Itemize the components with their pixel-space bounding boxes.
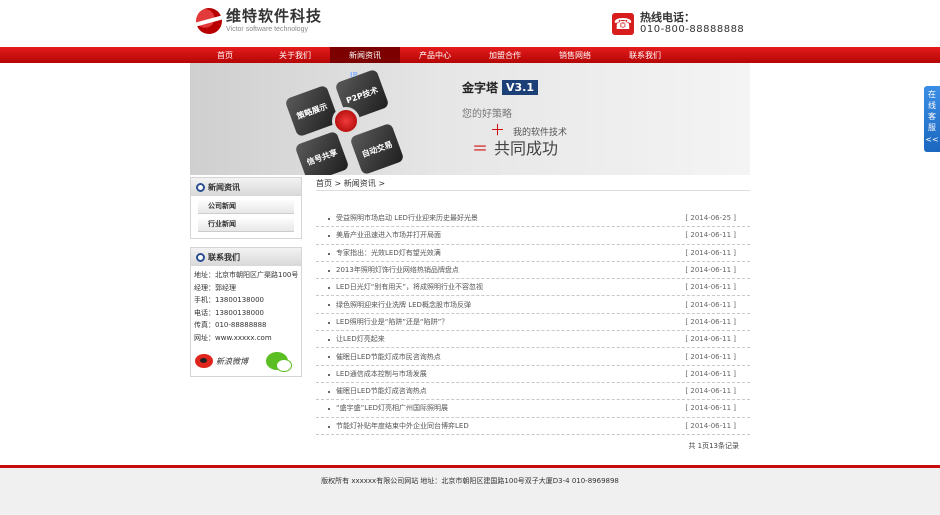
news-date: [ 2014-06-11 ] [685, 248, 736, 257]
news-item[interactable]: 催眠日LED节能灯成市民咨询热点 [ 2014-06-11 ] [316, 348, 750, 366]
banner-cube-auto: 自动交易 [349, 122, 405, 175]
news-date: [ 2014-06-11 ] [685, 231, 736, 240]
news-date: [ 2014-06-25 ] [685, 214, 736, 223]
banner-slogan-3: ＝共同成功 [472, 139, 559, 158]
nav-item-home[interactable]: 首页 [190, 47, 260, 63]
news-title[interactable]: 2013年照明灯饰行业网络热销品牌盘点 [328, 265, 459, 275]
banner-cube-signal: 信号共享 [294, 130, 350, 175]
equals-symbol: ＝ [472, 139, 489, 158]
news-title[interactable]: 催眠日LED节能灯成咨询热点 [328, 386, 427, 396]
contact-website: 网址：www.xxxxx.com [194, 333, 272, 342]
banner-cube-strategy: 策略展示 [284, 84, 340, 138]
logo-name: 维特软件科技 [226, 7, 323, 25]
breadcrumb: 首页 > 新闻资讯 > [316, 177, 750, 191]
news-title[interactable]: 美盾产业迅速进入市场并打开局面 [328, 230, 441, 240]
news-date: [ 2014-06-11 ] [685, 317, 736, 326]
banner-product-name: 金字塔 [462, 81, 499, 95]
nav-item-news[interactable]: 新闻资讯 [330, 47, 400, 63]
pagination-summary: 共 1页13条记录 [688, 442, 739, 450]
hotline-number: 010-800-88888888 [640, 24, 745, 35]
category-industry-news[interactable]: 行业新闻 [198, 217, 294, 232]
phone-icon: ☎ [612, 13, 634, 35]
news-title[interactable]: LED日光灯“别有用天”，将成照明行业不容忽视 [328, 282, 483, 292]
collapse-arrow-icon[interactable]: << [925, 135, 938, 144]
news-item[interactable]: LED通信成本控制与市场发展 [ 2014-06-11 ] [316, 366, 750, 383]
online-service-widget[interactable]: 在 线 客 服 << [924, 86, 940, 152]
news-date: [ 2014-06-11 ] [685, 352, 736, 361]
news-title[interactable]: 让LED灯亮起来 [328, 334, 385, 344]
banner-title: 金字塔 V3.1 [462, 79, 539, 96]
news-category-header: 新闻资讯 [191, 178, 301, 196]
news-date: [ 2014-06-11 ] [685, 404, 736, 413]
main-nav: 首页 关于我们 新闻资讯 产品中心 加盟合作 销售网络 联系我们 [0, 47, 940, 63]
news-item[interactable]: LED照明行业是“陷阱”还是“陷阱”？ [ 2014-06-11 ] [316, 314, 750, 332]
weibo-icon[interactable] [195, 354, 213, 368]
nav-item-contact[interactable]: 联系我们 [610, 47, 680, 63]
news-title[interactable]: 节能灯补贴年度结束中外企业同台博弈LED [328, 421, 469, 431]
news-title[interactable]: LED通信成本控制与市场发展 [328, 369, 427, 379]
news-item[interactable]: 美盾产业迅速进入市场并打开局面 [ 2014-06-11 ] [316, 227, 750, 245]
news-date: [ 2014-06-11 ] [685, 421, 736, 430]
banner-version: V3.1 [502, 80, 539, 95]
news-item[interactable]: 2013年照明灯饰行业网络热销品牌盘点 [ 2014-06-11 ] [316, 262, 750, 280]
social-links: 新浪微博 [191, 344, 301, 376]
news-title[interactable]: “盛宇盛”LED灯亮相广州国际照明展 [328, 403, 448, 413]
logo-icon [196, 8, 222, 34]
hero-banner: 策略展示 P2P技术 信号共享 自动交易 IP 金字塔 V3.1 您的好策略 ＋… [190, 63, 750, 175]
news-main: 首页 > 新闻资讯 > 受益照明市场启动 LED行业迎来历史最好光景 [ 2014… [316, 177, 750, 450]
site-header: 维特软件科技 Victor software technology ☎ 热线电话… [0, 0, 940, 47]
contact-box: 联系我们 地址：北京市朝阳区广渠路100号 经理：郭经理 手机：13800138… [190, 247, 302, 377]
news-date: [ 2014-06-11 ] [685, 387, 736, 396]
hotline-label: 热线电话： [640, 11, 695, 24]
site-logo[interactable]: 维特软件科技 Victor software technology [196, 8, 322, 34]
news-date: [ 2014-06-11 ] [685, 369, 736, 378]
bullet-circle-icon [196, 252, 205, 262]
news-date: [ 2014-06-11 ] [685, 266, 736, 275]
news-title[interactable]: 绿色照明迎来行业洗牌 LED概念股市场反弹 [328, 300, 471, 310]
banner-ip-tag: IP [350, 71, 358, 79]
contact-address: 地址：北京市朝阳区广渠路100号 [194, 271, 299, 279]
news-date: [ 2014-06-11 ] [685, 335, 736, 344]
wechat-icon[interactable] [266, 352, 292, 372]
news-item[interactable]: LED日光灯“别有用天”，将成照明行业不容忽视 [ 2014-06-11 ] [316, 279, 750, 297]
footer-copyright: 版权所有 xxxxxx有限公司网站 地址：北京市朝阳区建国路100号双子大厦D3… [321, 477, 619, 485]
nav-item-franchise[interactable]: 加盟合作 [470, 47, 540, 63]
contact-header: 联系我们 [191, 248, 301, 266]
news-date: [ 2014-06-11 ] [685, 300, 736, 309]
news-item[interactable]: 节能灯补贴年度结束中外企业同台博弈LED [ 2014-06-11 ] [316, 418, 750, 435]
weibo-link[interactable]: 新浪微博 [216, 356, 248, 367]
news-title[interactable]: LED照明行业是“陷阱”还是“陷阱”？ [328, 317, 448, 327]
news-item[interactable]: 受益照明市场启动 LED行业迎来历史最好光景 [ 2014-06-25 ] [316, 210, 750, 228]
contact-manager: 经理：郭经理 [194, 283, 236, 292]
nav-item-products[interactable]: 产品中心 [400, 47, 470, 63]
bullet-circle-icon [196, 182, 205, 192]
news-item[interactable]: 让LED灯亮起来 [ 2014-06-11 ] [316, 331, 750, 349]
news-category-box: 新闻资讯 公司新闻 行业新闻 [190, 177, 302, 239]
news-list: 受益照明市场启动 LED行业迎来历史最好光景 [ 2014-06-25 ] 美盾产… [316, 210, 750, 435]
news-title[interactable]: 催眠日LED节能灯成市民咨询热点 [328, 352, 441, 362]
nav-item-sales[interactable]: 销售网络 [540, 47, 610, 63]
news-item[interactable]: 专家指出：光效LED灯有望光效满 [ 2014-06-11 ] [316, 245, 750, 262]
news-item[interactable]: “盛宇盛”LED灯亮相广州国际照明展 [ 2014-06-11 ] [316, 400, 750, 418]
contact-fax: 传真：010-88888888 [194, 321, 267, 329]
category-company-news[interactable]: 公司新闻 [198, 199, 294, 214]
contact-phone: 电话：13800138000 [194, 308, 264, 317]
news-item[interactable]: 绿色照明迎来行业洗牌 LED概念股市场反弹 [ 2014-06-11 ] [316, 296, 750, 314]
news-item[interactable]: 催眠日LED节能灯成咨询热点 [ 2014-06-11 ] [316, 383, 750, 401]
logo-tagline: Victor software technology [226, 26, 308, 33]
banner-slogan-1: 您的好策略 [462, 109, 512, 120]
hotline: ☎ 热线电话： 010-800-88888888 [612, 12, 744, 36]
contact-mobile: 手机：13800138000 [194, 296, 264, 304]
news-date: [ 2014-06-11 ] [685, 283, 736, 292]
sidebar: 新闻资讯 公司新闻 行业新闻 联系我们 地址：北京市朝阳区广渠路100号 经理：… [190, 177, 302, 377]
banner-center-icon [332, 107, 360, 135]
news-title[interactable]: 受益照明市场启动 LED行业迎来历史最好光景 [328, 213, 478, 223]
site-footer: 版权所有 xxxxxx有限公司网站 地址：北京市朝阳区建国路100号双子大厦D3… [0, 468, 940, 515]
nav-item-about[interactable]: 关于我们 [260, 47, 330, 63]
news-title[interactable]: 专家指出：光效LED灯有望光效满 [328, 248, 441, 258]
